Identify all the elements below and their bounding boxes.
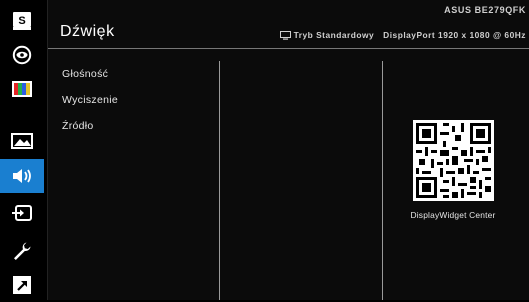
sidebar-item-sound[interactable] bbox=[0, 159, 44, 193]
shortcut-icon bbox=[13, 276, 31, 294]
s-badge-icon: S bbox=[13, 12, 31, 30]
menu-item-source[interactable]: Źródło bbox=[62, 120, 94, 132]
speaker-icon bbox=[13, 169, 31, 183]
sidebar-item-color[interactable] bbox=[0, 72, 44, 106]
mode-label: Tryb Standardowy bbox=[293, 30, 375, 40]
sidebar-item-input[interactable] bbox=[0, 196, 44, 230]
sidebar: S bbox=[0, 0, 44, 300]
input-source-icon bbox=[12, 205, 32, 221]
monitor-icon bbox=[279, 30, 291, 40]
sidebar-item-eye-care[interactable] bbox=[0, 38, 44, 72]
image-icon bbox=[11, 133, 33, 149]
model-name: ASUS BE279QFK bbox=[444, 5, 526, 15]
sidebar-item-shortcut[interactable] bbox=[0, 268, 44, 302]
menu-item-mute[interactable]: Wyciszenie bbox=[62, 94, 118, 106]
column-divider bbox=[219, 61, 220, 300]
header-divider bbox=[48, 48, 529, 49]
status-bar: Tryb Standardowy DisplayPort 1920 x 1080… bbox=[279, 30, 526, 40]
svg-text:S: S bbox=[18, 15, 25, 27]
menu-item-volume[interactable]: Głośność bbox=[62, 68, 108, 80]
eye-icon bbox=[12, 45, 32, 65]
column-divider bbox=[382, 61, 383, 300]
osd-window: S Dźwięk ASUS BE279QFK Tryb Standardowy … bbox=[0, 0, 529, 300]
page-title: Dźwięk bbox=[60, 23, 115, 40]
color-bars-icon bbox=[12, 81, 32, 97]
sidebar-item-system[interactable] bbox=[0, 234, 44, 268]
wrench-icon bbox=[14, 242, 31, 260]
sidebar-item-image[interactable] bbox=[0, 124, 44, 158]
qr-code bbox=[413, 120, 494, 201]
qr-label: DisplayWidget Center bbox=[410, 210, 496, 220]
sidebar-item-splendid[interactable]: S bbox=[0, 4, 44, 38]
input-info: DisplayPort 1920 x 1080 @ 60Hz bbox=[383, 30, 526, 40]
main-panel: Dźwięk ASUS BE279QFK Tryb Standardowy Di… bbox=[47, 0, 529, 300]
